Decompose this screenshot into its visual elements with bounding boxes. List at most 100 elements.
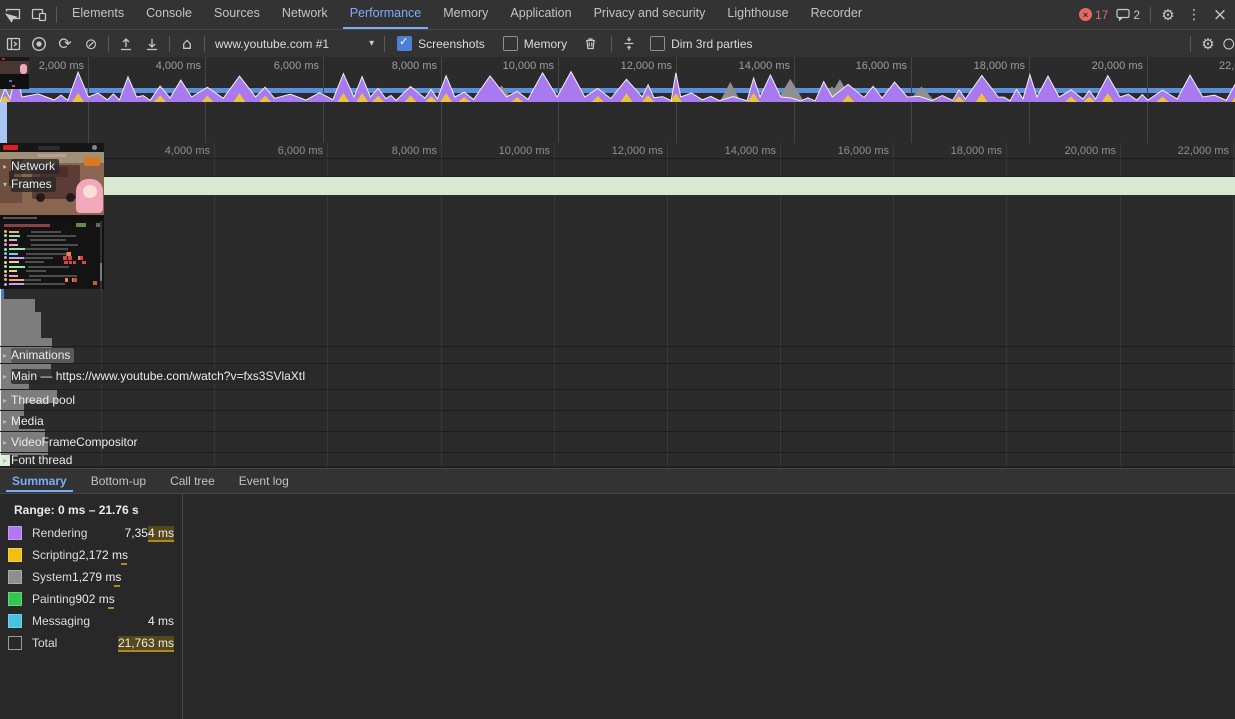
font-thread-track-row bbox=[0, 452, 1235, 466]
summary-row-system: System 1,279 ms bbox=[8, 569, 174, 587]
ruler-tick-label: 8,000 ms bbox=[391, 145, 437, 157]
network-request-bar[interactable] bbox=[0, 312, 42, 325]
close-devtools-icon[interactable]: × bbox=[1207, 2, 1233, 28]
record-icon[interactable] bbox=[26, 31, 52, 57]
summary-divider bbox=[182, 494, 183, 719]
tab-lighthouse[interactable]: Lighthouse bbox=[716, 0, 799, 29]
legend-swatch bbox=[8, 592, 22, 606]
track-label-text: VideoFrameCompositor bbox=[11, 435, 138, 449]
load-profile-icon[interactable] bbox=[113, 31, 139, 57]
track-label-text: Thread pool bbox=[11, 393, 76, 407]
tab-recorder[interactable]: Recorder bbox=[800, 0, 873, 29]
dropdown-arrow-icon: ▾ bbox=[369, 38, 375, 49]
legend-value: 4 ms bbox=[147, 614, 174, 628]
record-and-reload-icon[interactable]: ⟳ bbox=[52, 31, 78, 57]
error-icon: × bbox=[1078, 8, 1092, 21]
kebab-menu-icon[interactable]: ⋮ bbox=[1181, 2, 1207, 28]
screenshots-label[interactable]: Screenshots bbox=[418, 37, 485, 51]
legend-label: Total bbox=[32, 636, 58, 650]
inspect-element-icon[interactable] bbox=[0, 2, 26, 28]
devtools-window: Elements Console Sources Network Performance… bbox=[0, 0, 1235, 719]
legend-value: 2,172 ms bbox=[78, 548, 129, 565]
dim-3rd-parties-checkbox[interactable] bbox=[650, 36, 666, 51]
track-label-main[interactable]: ▸ Main — https://www.youtube.com/watch?v=… bbox=[1, 369, 310, 384]
tab-sources[interactable]: Sources bbox=[203, 0, 271, 29]
ruler-tick-label: 16,000 ms bbox=[837, 145, 889, 157]
memory-checkbox[interactable] bbox=[502, 36, 518, 51]
animations-track-row bbox=[0, 346, 1235, 364]
collapsed-arrow-icon: ▸ bbox=[3, 416, 8, 426]
issues-icon bbox=[1116, 8, 1130, 21]
legend-value: 1,279 ms bbox=[72, 570, 122, 587]
summary-row-messaging: Messaging 4 ms bbox=[8, 613, 174, 629]
cpu-activity-chart bbox=[0, 70, 1235, 102]
details-tab-call-tree[interactable]: Call tree bbox=[158, 470, 227, 492]
legend-swatch bbox=[8, 526, 22, 540]
collapsed-arrow-icon: ▸ bbox=[3, 372, 8, 381]
clear-icon[interactable]: ⊘ bbox=[78, 31, 104, 57]
history-select[interactable]: www.youtube.com #1 ▾ bbox=[209, 35, 380, 53]
track-label-thread-pool[interactable]: ▸ Thread pool bbox=[1, 393, 75, 407]
track-label-animations[interactable]: ▸ Animations bbox=[1, 348, 75, 363]
summary-row-rendering: Rendering 7,354 ms bbox=[8, 525, 174, 542]
collapsed-arrow-icon: ▸ bbox=[3, 455, 8, 465]
collapsed-arrow-icon: ▸ bbox=[3, 437, 8, 447]
save-profile-icon[interactable] bbox=[139, 31, 165, 57]
tab-application[interactable]: Application bbox=[499, 0, 582, 29]
collapse-sections-icon[interactable] bbox=[616, 31, 642, 57]
screenshots-checkbox[interactable] bbox=[397, 35, 413, 51]
divider bbox=[108, 35, 109, 52]
track-label-font-thread[interactable]: ▸ Font thread bbox=[1, 453, 72, 466]
panel-settings-gear-icon[interactable]: ⚙ bbox=[1195, 31, 1221, 57]
timeline-overview[interactable]: 2,000 ms 4,000 ms 6,000 ms 8,000 ms 10,000 m… bbox=[0, 57, 1235, 143]
tab-elements[interactable]: Elements bbox=[61, 0, 135, 29]
toggle-sidebar-icon[interactable] bbox=[0, 31, 26, 57]
track-label-text: Frames bbox=[11, 177, 56, 192]
error-count: 17 bbox=[1094, 7, 1109, 22]
track-label-frames[interactable]: ▾ Frames bbox=[1, 177, 56, 192]
divider bbox=[384, 35, 386, 52]
tab-console[interactable]: Console bbox=[135, 0, 203, 29]
collect-garbage-icon[interactable] bbox=[577, 31, 603, 57]
settings-gear-icon[interactable]: ⚙ bbox=[1155, 2, 1181, 28]
error-count-badge[interactable]: × 17 bbox=[1078, 7, 1109, 22]
details-tab-bottom-up[interactable]: Bottom-up bbox=[79, 470, 158, 492]
legend-swatch bbox=[8, 570, 22, 584]
ruler-tick-label: 10,000 ms bbox=[498, 145, 550, 157]
ruler-tick-label: 4,000 ms bbox=[164, 145, 210, 157]
tab-privacy-and-security[interactable]: Privacy and security bbox=[583, 0, 717, 29]
memory-label[interactable]: Memory bbox=[524, 37, 567, 51]
details-tab-event-log[interactable]: Event log bbox=[227, 470, 301, 492]
media-track-row bbox=[0, 410, 1235, 432]
track-label-network[interactable]: ▸ Network bbox=[1, 159, 60, 174]
ruler-tick-label: 6,000 ms bbox=[277, 145, 323, 157]
tab-memory[interactable]: Memory bbox=[432, 0, 499, 29]
tab-performance[interactable]: Performance bbox=[339, 0, 433, 29]
performance-toolbar: ⟳ ⊘ ⌂ www.youtube.com #1 ▾ Screenshots M… bbox=[0, 30, 1235, 58]
track-label-media[interactable]: ▸ Media bbox=[1, 414, 44, 428]
network-track-row bbox=[0, 158, 1235, 177]
collapsed-arrow-icon: ▸ bbox=[3, 395, 8, 405]
divider bbox=[169, 35, 170, 52]
expanded-arrow-icon: ▾ bbox=[3, 180, 8, 189]
divider bbox=[611, 35, 613, 52]
track-label-video-frame-compositor[interactable]: ▸ VideoFrameCompositor bbox=[1, 435, 138, 449]
summary-panel: Range: 0 ms – 21.76 s Rendering 7,354 ms S… bbox=[0, 494, 1235, 719]
issues-badge[interactable]: 2 bbox=[1116, 8, 1140, 22]
tab-network[interactable]: Network bbox=[271, 0, 339, 29]
network-request-bar[interactable] bbox=[0, 325, 42, 338]
ruler-tick-label: 14,000 ms bbox=[724, 145, 776, 157]
details-tab-summary[interactable]: Summary bbox=[0, 470, 79, 492]
legend-label: Rendering bbox=[32, 526, 88, 540]
divider bbox=[1150, 6, 1151, 23]
legend-value: 21,763 ms bbox=[117, 636, 174, 652]
legend-value: 902 ms bbox=[75, 592, 115, 609]
video-frame-compositor-track-row bbox=[0, 431, 1235, 453]
issue-count: 2 bbox=[1133, 7, 1140, 22]
summary-row-total: Total 21,763 ms bbox=[8, 635, 174, 652]
home-icon[interactable]: ⌂ bbox=[174, 31, 200, 57]
dim-3rd-parties-label[interactable]: Dim 3rd parties bbox=[671, 37, 752, 51]
live-metrics-icon[interactable] bbox=[1221, 31, 1235, 57]
network-request-bar[interactable] bbox=[0, 299, 36, 312]
device-toolbar-icon[interactable] bbox=[26, 2, 52, 28]
